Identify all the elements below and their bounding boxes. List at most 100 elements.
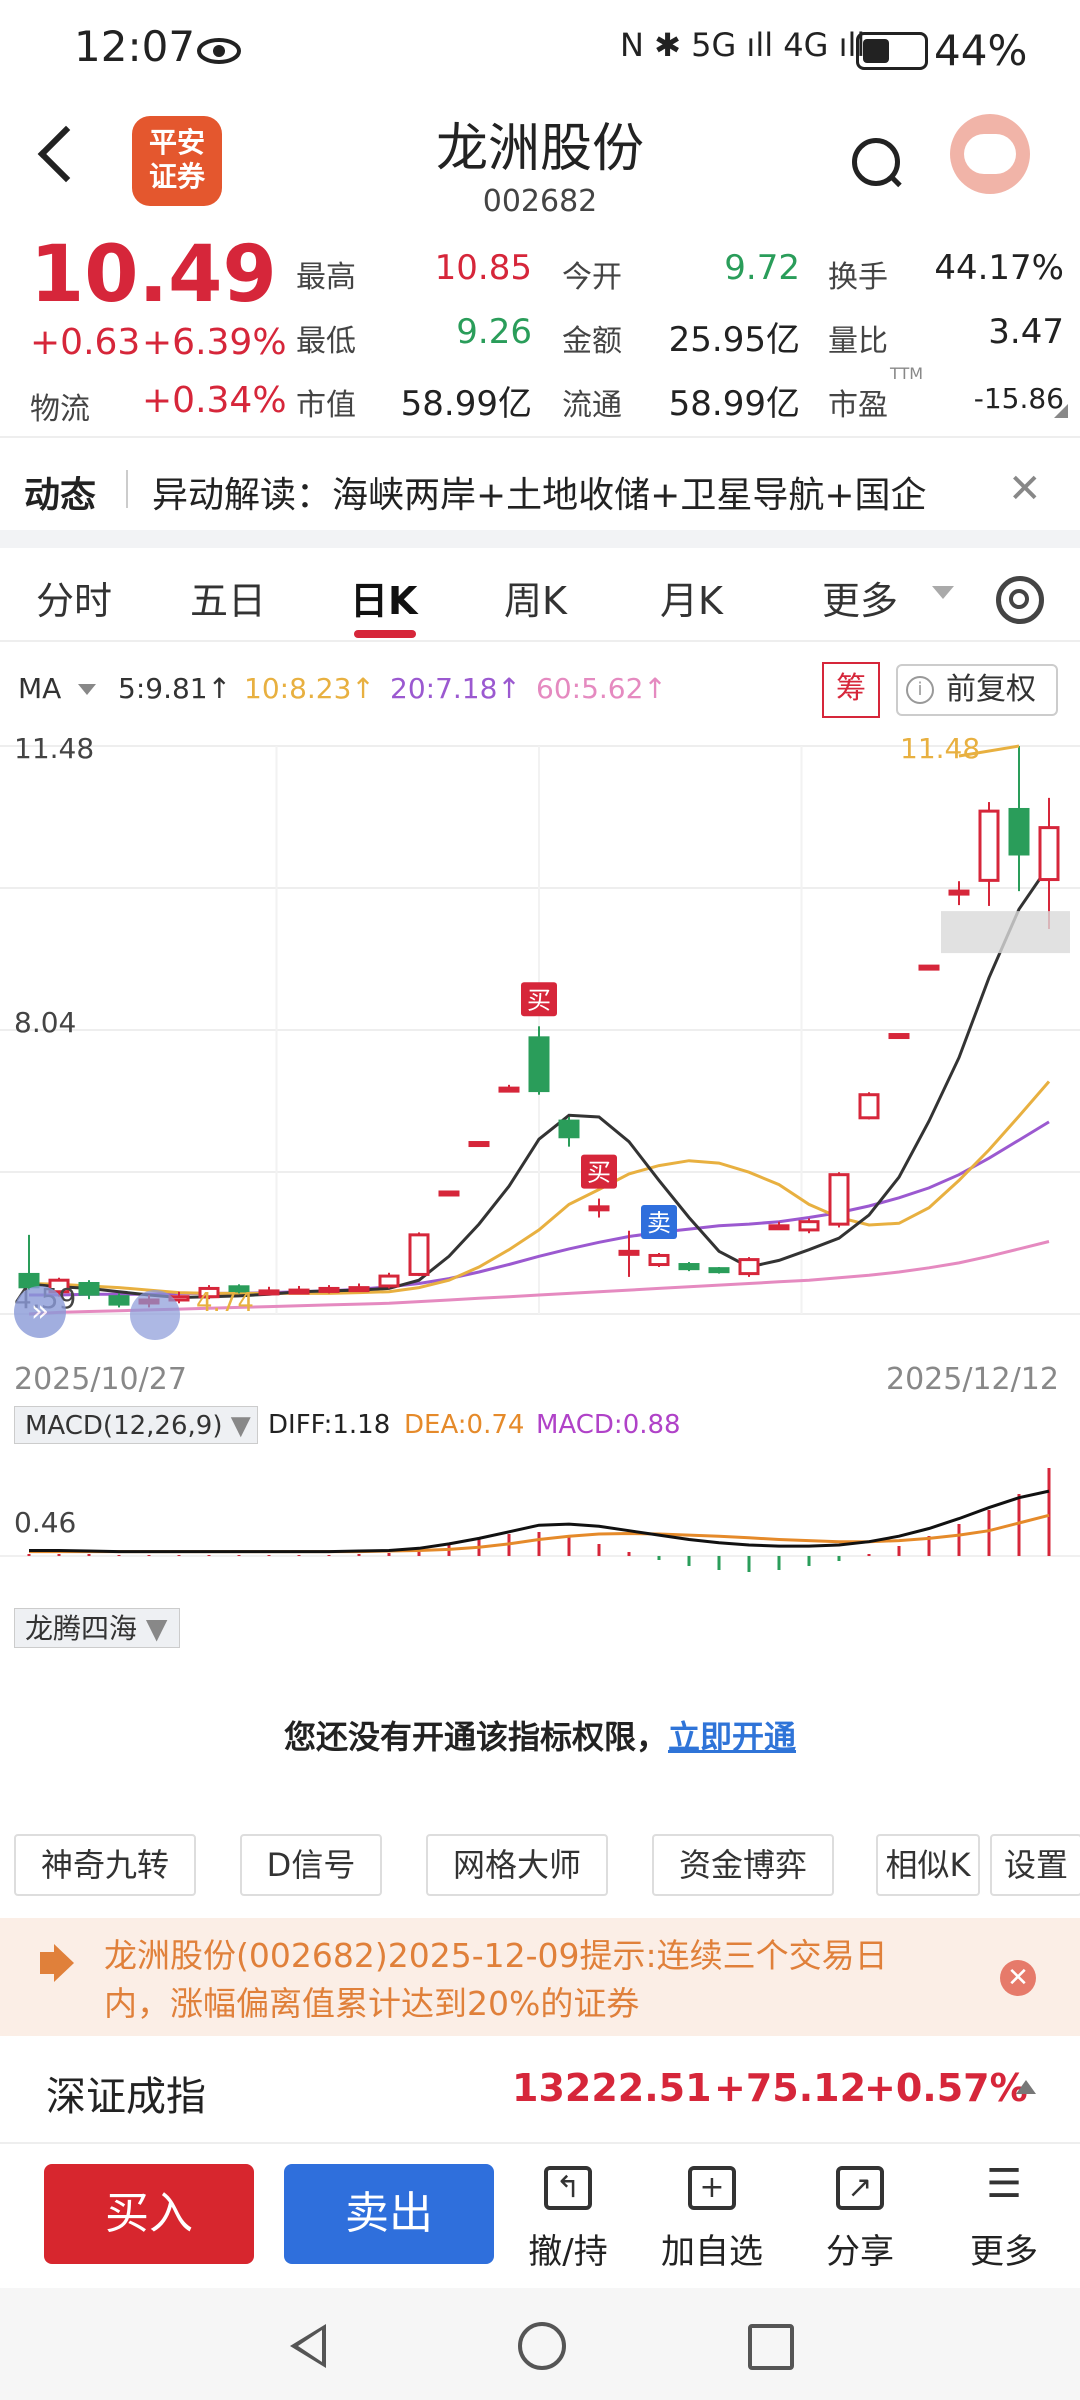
candle-body <box>78 1281 100 1296</box>
price-change-pct: +6.39% <box>142 322 287 363</box>
add-watchlist-button[interactable]: + 加自选 <box>652 2166 772 2273</box>
candle-body <box>348 1286 370 1293</box>
share-icon: ↗ <box>836 2166 884 2210</box>
expand-left-icon[interactable]: » <box>14 1286 66 1338</box>
quote-label: 最低 <box>296 324 356 359</box>
cancel-hold-button[interactable]: ↰ 撤/持 <box>508 2166 628 2273</box>
candle-body <box>528 1036 550 1093</box>
candle-body <box>678 1263 700 1271</box>
quote-label: 今开 <box>562 260 622 295</box>
add-watchlist-label: 加自选 <box>661 2232 763 2272</box>
quote-label: 换手 <box>828 260 888 295</box>
candle-body <box>438 1190 460 1197</box>
candle-body <box>1008 807 1030 856</box>
quote-value: 58.99亿 <box>400 384 532 424</box>
tool-settings[interactable]: 设置 <box>990 1834 1080 1896</box>
tool-capital-game[interactable]: 资金博弈 <box>652 1834 834 1896</box>
avatar[interactable] <box>950 114 1030 194</box>
date-start-label: 2025/10/27 <box>14 1362 187 1397</box>
alert-banner[interactable]: 龙洲股份(002682)2025-12-09提示:连续三个交易日内，涨幅偏离值累… <box>0 1918 1080 2036</box>
chip-distribution-button[interactable]: 筹 <box>822 662 880 718</box>
quote-value: 25.95亿 <box>668 320 800 360</box>
macd-y-label: 0.46 <box>14 1506 77 1539</box>
ma-chevron-icon[interactable] <box>78 684 96 695</box>
brand-logo[interactable]: 平安 证券 <box>132 116 222 206</box>
alert-text: 龙洲股份(002682)2025-12-09提示:连续三个交易日内，涨幅偏离值累… <box>104 1936 888 2023</box>
macd-selector[interactable]: MACD(12,26,9) ▼ <box>14 1406 258 1444</box>
tool-similar-k[interactable]: 相似K <box>876 1834 980 1896</box>
news-ticker[interactable]: 动态 异动解读：海峡两岸+土地收储+卫星导航+国企 ✕ <box>0 436 1080 538</box>
tab-fenshi[interactable]: 分时 <box>36 570 112 625</box>
tab-wuri[interactable]: 五日 <box>190 570 266 625</box>
candle-body <box>258 1289 280 1296</box>
ma-selector[interactable]: MA <box>18 672 61 705</box>
eye-icon <box>197 38 241 64</box>
candle-body <box>498 1086 520 1093</box>
quote-value: 3.47 <box>988 312 1064 352</box>
macd-label: MACD(12,26,9) <box>25 1411 223 1441</box>
buy-button[interactable]: 买入 <box>44 2164 254 2264</box>
permission-text: 您还没有开通该指标权限， <box>283 1718 668 1756</box>
ma5-value: 5:9.81↑ <box>118 672 232 705</box>
news-divider <box>126 470 128 508</box>
candle-body <box>828 1173 850 1226</box>
close-icon[interactable]: ✕ <box>1008 466 1042 512</box>
last-price: 10.49 <box>30 230 277 320</box>
ma10-value: 10:8.23↑ <box>244 672 375 705</box>
candle-body <box>288 1288 310 1295</box>
high-price-marker: 11.48 <box>900 732 981 765</box>
corner-indicator <box>1054 404 1068 418</box>
price-zone-highlight <box>941 911 1070 954</box>
logo-text-top: 平安 <box>148 126 205 159</box>
share-button[interactable]: ↗ 分享 <box>800 2166 920 2273</box>
sell-button[interactable]: 卖出 <box>284 2164 494 2264</box>
battery-percent: 44% <box>934 26 1028 75</box>
tab-zhouk[interactable]: 周K <box>504 570 567 625</box>
expand-up-icon[interactable] <box>1016 2080 1036 2094</box>
quote-value: 9.72 <box>724 248 800 288</box>
nav-recent-icon[interactable] <box>748 2324 794 2370</box>
wuliu-value: +0.34% <box>142 380 287 421</box>
nav-back-icon-inner <box>298 2330 322 2362</box>
chevron-down-icon[interactable] <box>932 586 954 599</box>
share-label: 分享 <box>826 2232 894 2272</box>
cancel-hold-label: 撤/持 <box>528 2232 608 2272</box>
longteng-selector[interactable]: 龙腾四海 ▼ <box>14 1608 180 1648</box>
close-icon[interactable]: ✕ <box>1000 1960 1036 1996</box>
date-end-label: 2025/12/12 <box>886 1362 1059 1397</box>
index-change: +75.12 <box>714 2066 867 2110</box>
news-text[interactable]: 异动解读：海峡两岸+土地收储+卫星导航+国企 <box>152 466 927 518</box>
news-tag: 动态 <box>24 475 97 516</box>
macd-chart[interactable] <box>0 1444 1080 1604</box>
tool-grid-master[interactable]: 网格大师 <box>426 1834 608 1896</box>
sell-signal-label: 卖 <box>647 1209 671 1237</box>
quote-label: 量比 <box>828 324 888 359</box>
macd-macd: MACD:0.88 <box>536 1410 681 1440</box>
activate-link[interactable]: 立即开通 <box>668 1718 796 1756</box>
chevron-down-icon: ▼ <box>230 1411 251 1441</box>
index-name: 深证成指 <box>46 2074 206 2120</box>
tool-nine-turns[interactable]: 神奇九转 <box>14 1834 196 1896</box>
quote-label: 最高 <box>296 260 356 295</box>
quote-label: 金额 <box>562 324 622 359</box>
tab-more[interactable]: 更多 <box>822 570 898 625</box>
tab-yuek[interactable]: 月K <box>660 570 723 625</box>
tool-d-signal[interactable]: D信号 <box>240 1834 382 1896</box>
index-ticker[interactable]: 深证成指 13222.51 +75.12 +0.57% <box>0 2036 1080 2144</box>
back-icon[interactable] <box>37 125 95 183</box>
kline-chart[interactable]: 买买卖 <box>0 724 1080 1364</box>
more-button[interactable]: ☰ 更多 <box>944 2164 1064 2273</box>
candle-body <box>708 1267 730 1274</box>
candle-body <box>318 1286 340 1293</box>
nav-home-icon[interactable] <box>518 2322 566 2370</box>
longteng-label: 龙腾四海 <box>25 1612 138 1645</box>
index-change-pct: +0.57% <box>864 2066 1028 2110</box>
wuliu-label: 物流 <box>30 392 90 427</box>
candle-body <box>408 1233 430 1276</box>
quote-value: 58.99亿 <box>668 384 800 424</box>
tab-rik[interactable]: 日K <box>350 570 417 625</box>
macd-dea: DEA:0.74 <box>404 1410 525 1440</box>
candle-body <box>948 889 970 896</box>
draw-tool-icon[interactable] <box>130 1290 180 1340</box>
price-change: +0.63 <box>30 322 141 363</box>
